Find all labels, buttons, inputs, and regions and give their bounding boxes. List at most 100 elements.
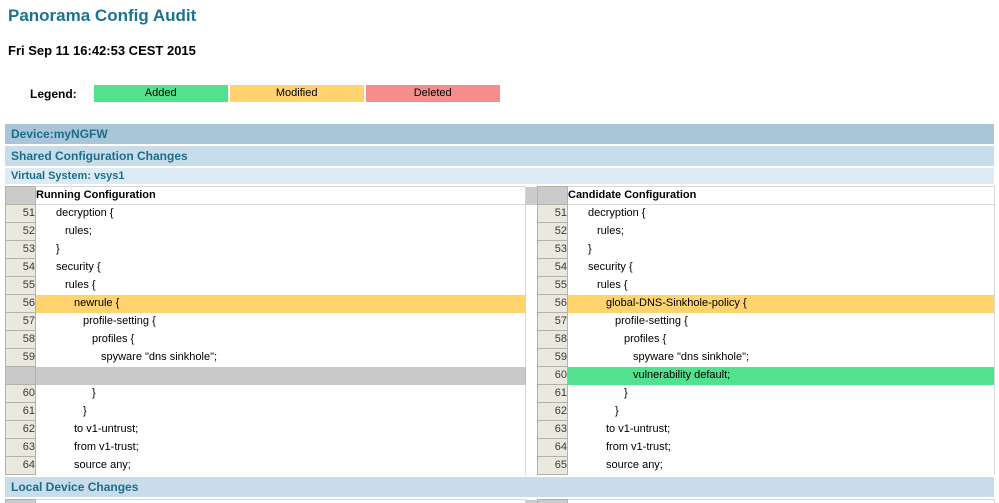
line-number: 59 (538, 349, 568, 367)
code-line: global-DNS-Sinkhole-policy { (568, 295, 995, 313)
line-number: 62 (6, 421, 36, 439)
code-line: rules; (568, 223, 995, 241)
report-timestamp: Fri Sep 11 16:42:53 CEST 2015 (8, 43, 999, 58)
local-device-changes-header: Local Device Changes (5, 477, 994, 497)
code-line: } (568, 241, 995, 259)
legend: Legend: Added Modified Deleted (30, 85, 999, 102)
pane-gap-header (526, 187, 538, 205)
candidate-config-header: Candidate Configuration (568, 187, 995, 205)
code-line: source any; (568, 457, 995, 475)
code-line: newrule { (36, 295, 526, 313)
code-line: } (36, 403, 526, 421)
code-line: rules { (568, 277, 995, 295)
code-line: rules; (36, 223, 526, 241)
code-line: from v1-trust; (36, 439, 526, 457)
code-line: to v1-untrust; (36, 421, 526, 439)
diff-row: 53}53} (6, 241, 995, 259)
line-number: 55 (538, 277, 568, 295)
diff-row: 64source any;65source any; (6, 457, 995, 475)
code-line: decryption { (36, 205, 526, 223)
line-number: 63 (6, 439, 36, 457)
diff-row: 52rules;52rules; (6, 223, 995, 241)
diff-row: 51decryption {51decryption { (6, 205, 995, 223)
diff-row: 60}61} (6, 385, 995, 403)
line-number: 53 (6, 241, 36, 259)
diff-row: 62to v1-untrust;63to v1-untrust; (6, 421, 995, 439)
local-candidate-config-header: Candidate Configuration (568, 500, 995, 503)
pane-gap (526, 421, 538, 439)
pane-gap (526, 385, 538, 403)
shared-diff-table: Running Configuration Candidate Configur… (5, 186, 995, 475)
code-line: profile-setting { (568, 313, 995, 331)
code-line: from v1-trust; (568, 439, 995, 457)
code-line: profile-setting { (36, 313, 526, 331)
diff-row: 56newrule {56global-DNS-Sinkhole-policy … (6, 295, 995, 313)
device-header: Device:myNGFW (5, 124, 994, 144)
line-number: 60 (538, 367, 568, 385)
legend-label: Legend: (30, 87, 77, 101)
diff-row: 63from v1-trust;64from v1-trust; (6, 439, 995, 457)
diff-row: 55rules {55rules { (6, 277, 995, 295)
diff-row: 54security {54security { (6, 259, 995, 277)
page-title: Panorama Config Audit (8, 6, 999, 26)
line-number: 56 (538, 295, 568, 313)
code-line: } (36, 241, 526, 259)
code-line: rules { (36, 277, 526, 295)
line-number: 53 (538, 241, 568, 259)
local-running-line-number-header (6, 500, 36, 503)
code-line: spyware "dns sinkhole"; (36, 349, 526, 367)
line-number: 55 (6, 277, 36, 295)
legend-added-swatch: Added (94, 85, 228, 102)
line-number: 54 (6, 259, 36, 277)
line-number: 61 (538, 385, 568, 403)
line-number: 57 (538, 313, 568, 331)
code-line: security { (568, 259, 995, 277)
virtual-system-header: Virtual System: vsys1 (5, 168, 994, 184)
candidate-line-number-header (538, 187, 568, 205)
line-number: 63 (538, 421, 568, 439)
line-number: 65 (538, 457, 568, 475)
line-number: 59 (6, 349, 36, 367)
line-number: 58 (538, 331, 568, 349)
line-number: 60 (6, 385, 36, 403)
line-number: 52 (538, 223, 568, 241)
local-running-config-header: Running Configuration (36, 500, 526, 503)
line-number: 57 (6, 313, 36, 331)
line-number: 54 (538, 259, 568, 277)
pane-gap (526, 367, 538, 385)
diff-row: 59spyware "dns sinkhole";59spyware "dns … (6, 349, 995, 367)
panorama-config-audit-page: Panorama Config Audit Fri Sep 11 16:42:5… (0, 0, 999, 503)
pane-gap (526, 331, 538, 349)
line-number: 51 (6, 205, 36, 223)
diff-row: 58profiles {58profiles { (6, 331, 995, 349)
pane-gap (526, 295, 538, 313)
diff-header-row: Running Configuration Candidate Configur… (6, 187, 995, 205)
pane-gap (526, 349, 538, 367)
pane-gap (526, 313, 538, 331)
line-number: 64 (538, 439, 568, 457)
local-diff-header-row: Running Configuration Candidate Configur… (6, 500, 995, 503)
diff-row: 57profile-setting {57profile-setting { (6, 313, 995, 331)
code-line: } (568, 403, 995, 421)
code-line: spyware "dns sinkhole"; (568, 349, 995, 367)
code-line: } (36, 385, 526, 403)
code-line: decryption { (568, 205, 995, 223)
code-line: security { (36, 259, 526, 277)
pane-gap (526, 241, 538, 259)
diff-row: 60vulnerability default; (6, 367, 995, 385)
running-line-number-header (6, 187, 36, 205)
pane-gap (526, 259, 538, 277)
audit-report: Device:myNGFW Shared Configuration Chang… (5, 124, 994, 503)
pane-gap (526, 277, 538, 295)
local-candidate-line-number-header (538, 500, 568, 503)
shared-config-changes-header: Shared Configuration Changes (5, 146, 994, 166)
line-number (6, 367, 36, 385)
line-number: 62 (538, 403, 568, 421)
diff-row: 61}62} (6, 403, 995, 421)
line-number: 52 (6, 223, 36, 241)
legend-modified-swatch: Modified (230, 85, 364, 102)
code-line: vulnerability default; (568, 367, 995, 385)
line-number: 51 (538, 205, 568, 223)
code-line: source any; (36, 457, 526, 475)
pane-gap (526, 439, 538, 457)
